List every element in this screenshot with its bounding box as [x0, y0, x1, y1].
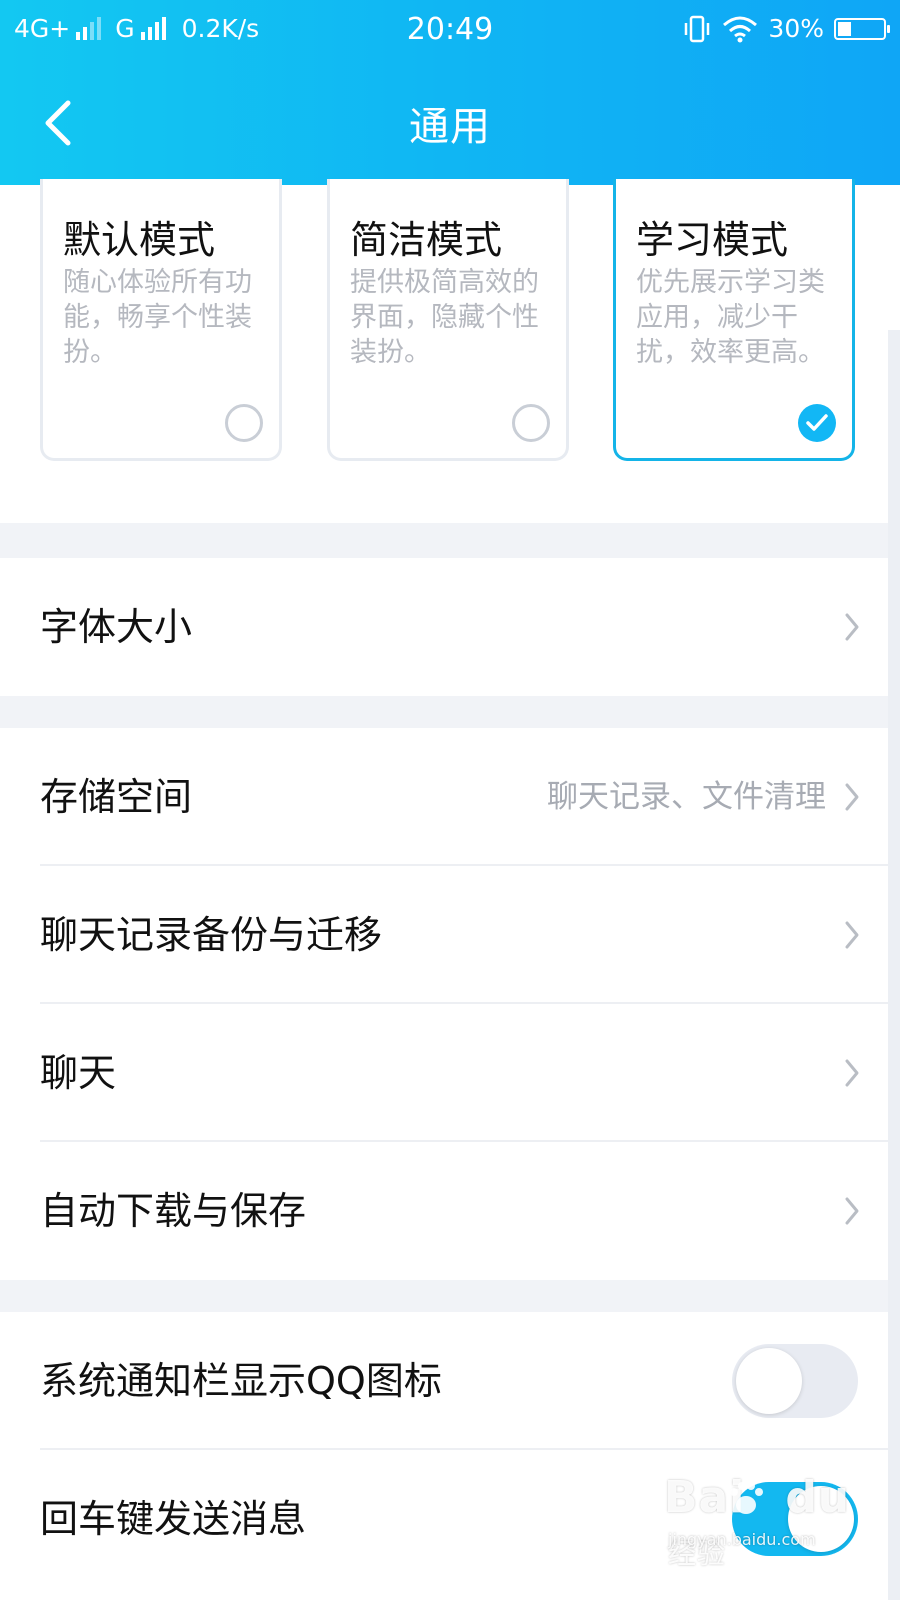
setting-storage[interactable]: 存储空间 聊天记录、文件清理: [0, 728, 888, 866]
chevron-right-icon: [845, 613, 859, 641]
chevron-right-icon: [845, 1059, 859, 1087]
top-bar: 4G+ G 0.2K/s 20:49 30% 通用: [0, 0, 900, 185]
toggle-knob: [736, 1348, 802, 1414]
chevron-right-icon: [845, 921, 859, 949]
section-gap: [0, 1280, 900, 1312]
chevron-right-icon: [845, 783, 859, 811]
section-gap: [0, 523, 900, 558]
mode-selector: 默认模式 随心体验所有功能，畅享个性装扮。 简洁模式 提供极简高效的界面，隐藏个…: [0, 179, 900, 525]
page-title: 通用: [409, 104, 491, 150]
scrollbar[interactable]: [888, 330, 900, 1600]
mode-card-study[interactable]: 学习模式 优先展示学习类应用，减少干扰，效率更高。: [613, 179, 855, 461]
mode-description: 提供极简高效的界面，隐藏个性装扮。: [350, 267, 539, 368]
mode-card-default[interactable]: 默认模式 随心体验所有功能，畅享个性装扮。: [40, 179, 282, 461]
setting-auto-download[interactable]: 自动下载与保存: [0, 1142, 888, 1280]
battery-icon: [834, 17, 890, 40]
paw-icon: [730, 1482, 763, 1514]
watermark-url: jingyan.baidu.com: [668, 1530, 816, 1549]
mode-description: 随心体验所有功能，畅享个性装扮。: [63, 267, 252, 368]
radio-checked-icon[interactable]: [798, 404, 836, 442]
setting-chat[interactable]: 聊天: [0, 1004, 888, 1142]
setting-label: 聊天: [40, 1051, 117, 1095]
mode-name: 默认模式: [63, 218, 216, 262]
battery-percent: 30%: [768, 14, 824, 43]
wifi-icon: [723, 16, 758, 42]
notification-icon-toggle[interactable]: [732, 1344, 858, 1418]
section-gap: [0, 696, 900, 728]
setting-label: 字体大小: [40, 605, 193, 649]
mode-card-simple[interactable]: 简洁模式 提供极简高效的界面，隐藏个性装扮。: [327, 179, 569, 461]
status-bar: 4G+ G 0.2K/s 20:49 30%: [0, 0, 900, 62]
setting-notification-icon: 系统通知栏显示QQ图标: [0, 1312, 888, 1450]
setting-label: 系统通知栏显示QQ图标: [40, 1359, 442, 1403]
setting-label: 聊天记录备份与迁移: [40, 913, 383, 957]
setting-font-size[interactable]: 字体大小: [0, 558, 888, 696]
mode-name: 学习模式: [636, 218, 789, 262]
vibrate-icon: [685, 15, 710, 42]
mode-description: 优先展示学习类应用，减少干扰，效率更高。: [636, 267, 825, 368]
setting-label: 自动下载与保存: [40, 1189, 307, 1233]
mode-name: 简洁模式: [350, 218, 503, 262]
header: 通用: [0, 62, 900, 185]
setting-chat-backup[interactable]: 聊天记录备份与迁移: [0, 866, 888, 1004]
radio-unchecked-icon[interactable]: [512, 404, 550, 442]
battery-fill: [838, 21, 851, 36]
chevron-right-icon: [845, 1197, 859, 1225]
setting-label: 回车键发送消息: [40, 1497, 307, 1541]
radio-unchecked-icon[interactable]: [225, 404, 263, 442]
setting-hint: 聊天记录、文件清理: [547, 779, 826, 815]
baidu-watermark: Bai du经验 jingyan.baidu.com: [664, 1468, 849, 1570]
checkmark-icon: [806, 414, 828, 431]
setting-label: 存储空间: [40, 775, 193, 819]
status-right: 30%: [682, 14, 890, 43]
